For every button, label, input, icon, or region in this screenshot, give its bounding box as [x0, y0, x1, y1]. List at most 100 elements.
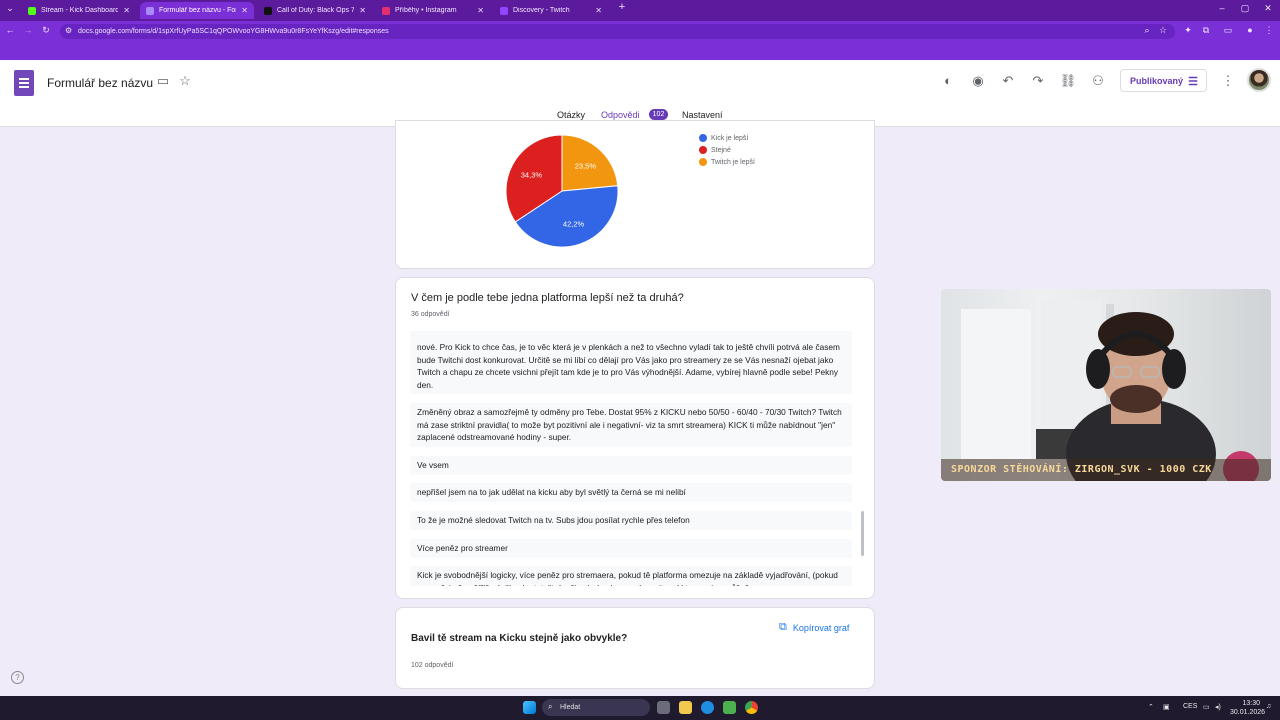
list-item: Změněný obraz a samozřejmě ty odměny pro…: [410, 403, 852, 447]
browser-tab[interactable]: Discovery - Twitch ✕: [494, 2, 608, 19]
preview-eye-icon[interactable]: ◉: [969, 72, 987, 90]
profile-icon[interactable]: ●: [1244, 25, 1256, 35]
tab-settings[interactable]: Nastavení: [682, 110, 723, 120]
kick-favicon-icon: [28, 6, 36, 15]
forms-header: Formulář bez názvu ▭ ☆ ◐ ◉ ↶ ↷ ⛓ ⚇ Publi…: [0, 60, 1280, 127]
legend-label: Stejné: [711, 146, 731, 154]
close-icon[interactable]: ✕: [123, 6, 130, 15]
language-indicator[interactable]: CES: [1183, 703, 1197, 710]
bookmark-star-icon[interactable]: ☆: [1157, 25, 1169, 36]
tray-app-icon[interactable]: ▣: [1163, 703, 1170, 711]
sidepanel-icon[interactable]: ▭: [1222, 25, 1234, 36]
browser-tab[interactable]: Call of Duty: Black Ops 7 and C ✕: [258, 2, 372, 19]
publish-button[interactable]: Publikovaný ☰: [1120, 69, 1207, 92]
notification-bell-icon[interactable]: ♫: [1266, 703, 1271, 710]
legend-item: Stejné: [699, 146, 731, 154]
list-item: Kick je svobodnější logicky, více peněz …: [410, 566, 852, 586]
form-title[interactable]: Formulář bez názvu: [47, 76, 153, 90]
clock-date: 30.01.2026: [1230, 709, 1266, 716]
tab-questions[interactable]: Otázky: [557, 110, 585, 120]
extension-icon[interactable]: ✦: [1182, 25, 1194, 36]
taskbar-search[interactable]: ⌕ Hledat: [542, 699, 650, 716]
search-icon: ⌕: [548, 702, 553, 711]
file-explorer-icon[interactable]: [679, 701, 692, 714]
list-item: Více peněz pro streamer: [410, 539, 852, 558]
folder-icon[interactable]: ▭: [154, 72, 172, 90]
webcam-overlay: SPONZOR STĚHOVÁNÍ: ZIRGON_SVK - 1000 CZK: [941, 289, 1271, 481]
start-icon[interactable]: [523, 701, 536, 714]
list-item: nové. Pro Kick to chce čas, je to věc kt…: [410, 338, 852, 395]
browser-tab-active[interactable]: Formulář bez názvu - Formulá ✕: [140, 2, 254, 19]
legend-label: Kick je lepší: [711, 134, 749, 142]
clock[interactable]: 13:30 30.01.2026: [1230, 699, 1266, 717]
question-title: V čem je podle tebe jedna platforma lepš…: [411, 292, 684, 304]
menu-icon[interactable]: ⋮: [1263, 25, 1275, 36]
legend-swatch: [699, 146, 707, 154]
close-icon[interactable]: ✕: [477, 6, 484, 15]
pie-chart: 23,5% 42,2% 34,3%: [505, 134, 619, 248]
app-icon[interactable]: [723, 701, 736, 714]
responses-count-badge: 102: [649, 109, 668, 120]
minimize-icon[interactable]: –: [1215, 3, 1229, 13]
browser-tab[interactable]: Příběhy • Instagram ✕: [376, 2, 490, 19]
reload-icon[interactable]: ↻: [40, 25, 52, 36]
windows-taskbar: ⌕ Hledat ⌃ ▣ CES ▭ ◂) 13:30 30.01.2026 ♫: [0, 696, 1280, 720]
chrome-icon[interactable]: [745, 701, 758, 714]
scrollbar[interactable]: [861, 511, 864, 556]
close-icon[interactable]: ✕: [359, 6, 366, 15]
pie-slice-label: 23,5%: [575, 161, 597, 170]
tune-icon: ☰: [1188, 76, 1198, 88]
star-icon[interactable]: ☆: [176, 72, 194, 90]
browser-tab[interactable]: Stream - Kick Dashboard ✕: [22, 2, 136, 19]
legend-swatch: [699, 158, 707, 166]
site-info-icon[interactable]: ⚙: [65, 26, 72, 35]
maximize-icon[interactable]: ▢: [1238, 3, 1252, 14]
forward-icon[interactable]: →: [22, 25, 34, 35]
sponsor-banner: SPONZOR STĚHOVÁNÍ: ZIRGON_SVK - 1000 CZK: [941, 459, 1271, 481]
copy-chart-button[interactable]: ⧉ Kopírovat graf: [779, 621, 849, 634]
pie-slice-label: 34,3%: [521, 171, 543, 180]
url-field[interactable]: ⚙ docs.google.com/forms/d/1spXrfUyPa5SC1…: [60, 24, 1175, 39]
help-icon[interactable]: ?: [11, 671, 24, 684]
list-item: Ve vsem: [410, 456, 852, 475]
publish-label: Publikovaný: [1130, 75, 1184, 86]
undo-icon[interactable]: ↶: [999, 72, 1017, 90]
question-card: V čem je podle tebe jedna platforma lepš…: [395, 277, 875, 599]
new-tab-button[interactable]: +: [615, 1, 629, 13]
zoom-icon[interactable]: ⌕: [1141, 25, 1153, 36]
question-card: ⧉ Kopírovat graf Bavil tě stream na Kick…: [395, 607, 875, 689]
more-vert-icon[interactable]: ⋮: [1219, 72, 1237, 90]
search-placeholder: Hledat: [560, 704, 581, 711]
avatar[interactable]: [1247, 68, 1271, 92]
forms-logo-icon[interactable]: [14, 70, 34, 96]
copy-icon: ⧉: [779, 621, 787, 633]
browser-tab-strip: ⌄ Stream - Kick Dashboard ✕ Formulář bez…: [0, 0, 1280, 21]
tab-responses[interactable]: Odpovědi: [601, 110, 640, 120]
tab-search-icon[interactable]: ⌄: [3, 3, 17, 14]
add-collaborator-icon[interactable]: ⚇: [1089, 72, 1107, 90]
close-icon[interactable]: ✕: [595, 6, 602, 15]
palette-icon[interactable]: ◐: [939, 72, 957, 90]
forms-favicon-icon: [146, 6, 154, 15]
back-icon[interactable]: ←: [4, 25, 16, 35]
tray-chevron-icon[interactable]: ⌃: [1148, 703, 1154, 711]
link-icon[interactable]: ⛓: [1059, 72, 1077, 90]
list-item: nepřišel jsem na to jak udělat na kicku …: [410, 483, 852, 502]
list-item: To že je možné sledovat Twitch na tv. Su…: [410, 511, 852, 530]
window-close-icon[interactable]: ✕: [1261, 3, 1275, 14]
webcam-image: [961, 299, 1259, 481]
network-icon[interactable]: ▭: [1203, 703, 1210, 711]
copy-chart-label: Kopírovat graf: [792, 622, 850, 633]
address-bar-row: ← → ↻ ⚙ docs.google.com/forms/d/1spXrfUy…: [0, 21, 1280, 41]
tab-title: Call of Duty: Black Ops 7 and C: [277, 7, 355, 14]
volume-icon[interactable]: ◂): [1215, 703, 1221, 711]
close-icon[interactable]: ✕: [241, 6, 248, 15]
tab-title: Formulář bez názvu - Formulá: [159, 7, 236, 14]
puzzle-icon[interactable]: ⧉: [1200, 25, 1212, 36]
edge-icon[interactable]: [701, 701, 714, 714]
redo-icon[interactable]: ↷: [1029, 72, 1047, 90]
pie-slice-label: 42,2%: [563, 220, 585, 229]
question-title: Bavil tě stream na Kicku stejně jako obv…: [411, 633, 628, 644]
task-view-icon[interactable]: [657, 701, 670, 714]
responses-list[interactable]: . . . nové. Pro Kick to chce čas, je to …: [396, 331, 874, 586]
